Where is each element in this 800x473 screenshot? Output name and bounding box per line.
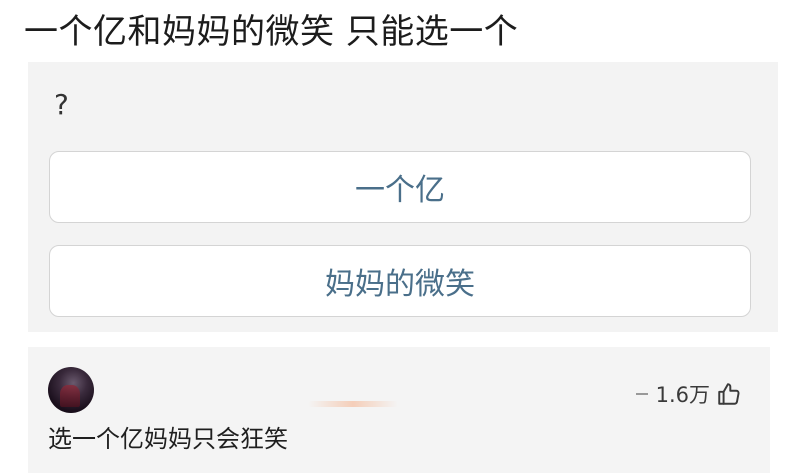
- poll-option-label: 一个亿: [355, 173, 445, 208]
- poll-option-label: 妈妈的微笑: [325, 267, 475, 302]
- poll-card: ? 一个亿 妈妈的微笑: [28, 62, 778, 332]
- comment-card: 1.6万 选一个亿妈妈只会狂笑: [28, 347, 770, 473]
- like-count-dash: [635, 393, 648, 395]
- question-title: 一个亿和妈妈的微笑 只能选一个: [24, 12, 519, 52]
- avatar[interactable]: [48, 367, 94, 413]
- like-count: 1.6万: [655, 383, 710, 407]
- thumbs-up-icon[interactable]: [716, 381, 742, 407]
- username-redacted: [308, 401, 398, 407]
- poll-option-one-hundred-million[interactable]: 一个亿: [49, 151, 751, 223]
- poll-option-mothers-smile[interactable]: 妈妈的微笑: [49, 245, 751, 317]
- like-button[interactable]: 1.6万: [635, 379, 742, 409]
- comment-text: 选一个亿妈妈只会狂笑: [48, 425, 288, 453]
- poll-prompt: ?: [54, 88, 69, 121]
